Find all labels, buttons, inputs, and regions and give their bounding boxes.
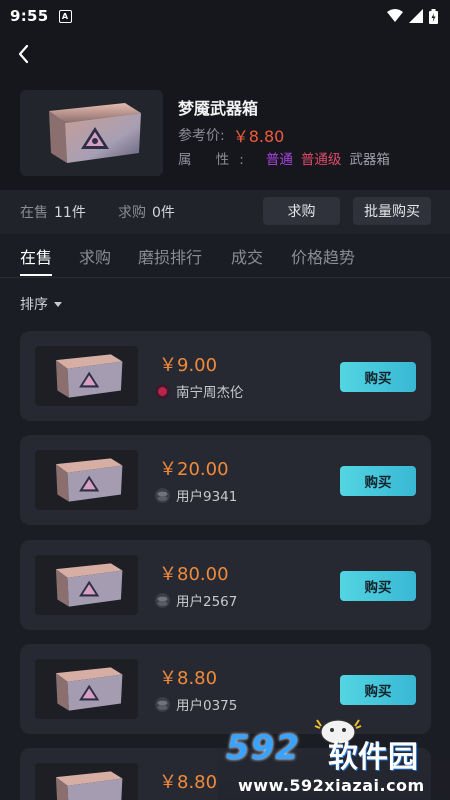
seller-avatar (155, 383, 170, 399)
product-title: 梦魇武器箱 (178, 99, 259, 118)
listing-image (35, 763, 138, 800)
listing-card[interactable]: ￥8.80 用户0375 购买 (20, 644, 431, 734)
on-sale-stat: 在售 11件 (20, 202, 86, 222)
battery-icon (429, 8, 438, 24)
attr-tag-quality: 普通 (265, 152, 293, 168)
seller-name: 南宁周杰伦 (176, 385, 244, 401)
weapon-case-icon (55, 667, 122, 711)
sort-label: 排序 (20, 297, 48, 313)
seller-name: 用户0375 (176, 698, 238, 714)
listing-seller: 用户0375 (155, 694, 237, 714)
listing-price: ￥20.00 (159, 459, 229, 480)
product-header: 梦魇武器箱 参考价: ￥8.80 属 性: 普通 普通级 武器箱 (0, 32, 450, 190)
caret-down-icon (54, 301, 62, 307)
on-sale-label: 在售 (20, 205, 48, 221)
attr-tag-rarity: 普通级 (300, 152, 342, 168)
tab-buy-request[interactable]: 求购 (79, 236, 111, 276)
user-avatar-icon (155, 696, 170, 712)
listing-image (35, 659, 138, 719)
reference-price-row: 参考价: ￥8.80 (178, 123, 284, 147)
buy-button[interactable]: 购买 (340, 362, 416, 392)
listing-card[interactable]: ￥20.00 用户9341 购买 (20, 435, 431, 525)
back-arrow-icon[interactable] (12, 42, 36, 66)
attr-tag-type: 武器箱 (349, 152, 390, 168)
listing-seller: 南宁周杰伦 (155, 381, 244, 401)
status-icons (387, 8, 438, 24)
buy-button[interactable]: 购买 (340, 571, 416, 601)
weapon-case-icon (55, 771, 122, 800)
buy-request-label: 求购 (118, 205, 146, 221)
weapon-case-icon (55, 354, 122, 398)
buy-request-stat: 求购 0件 (118, 202, 175, 222)
weapon-case-icon (48, 103, 141, 163)
weapon-case-icon (55, 458, 122, 502)
listing-seller: 用户9341 (155, 485, 237, 505)
listing-image (35, 555, 138, 615)
attribute-row: 属 性: 普通 普通级 武器箱 (178, 148, 390, 168)
status-bar: 9:55 A (0, 0, 450, 32)
wifi-icon (387, 9, 403, 22)
tab-divider (0, 277, 450, 278)
listing-card[interactable]: ￥8.80 (20, 748, 431, 800)
seller-name: 用户9341 (176, 489, 238, 505)
listing-price: ￥8.80 (159, 668, 218, 689)
tab-bar: 在售 求购 磨损排行 成交 价格趋势 (0, 236, 450, 276)
user-avatar-icon (155, 592, 170, 608)
tab-on-sale[interactable]: 在售 (20, 236, 53, 276)
listing-image (35, 450, 138, 510)
listing-card[interactable]: ￥9.00 南宁周杰伦 购买 (20, 331, 431, 421)
listing-price: ￥8.80 (159, 772, 218, 793)
listing-price: ￥9.00 (159, 355, 218, 376)
buy-button[interactable]: 购买 (340, 675, 416, 705)
buy-request-count: 0件 (152, 205, 175, 221)
buy-request-button[interactable]: 求购 (263, 197, 340, 225)
on-sale-count: 11件 (54, 205, 86, 221)
user-avatar-icon (155, 487, 170, 503)
attr-label: 属 性: (178, 152, 254, 168)
listing-card[interactable]: ￥80.00 用户2567 购买 (20, 540, 431, 630)
listing-price: ￥80.00 (159, 564, 229, 585)
status-time: 9:55 (10, 7, 49, 25)
tab-price-trend[interactable]: 价格趋势 (291, 236, 355, 276)
product-image (20, 90, 163, 176)
tab-wear-ranking[interactable]: 磨损排行 (138, 236, 202, 276)
ref-price-value: ￥8.80 (232, 127, 285, 146)
signal-icon (409, 9, 423, 23)
bulk-buy-button[interactable]: 批量购买 (353, 197, 431, 225)
listing-image (35, 346, 138, 406)
stats-bar: 在售 11件 求购 0件 求购 批量购买 (0, 190, 450, 234)
seller-name: 用户2567 (176, 594, 238, 610)
listing-seller: 用户2567 (155, 590, 237, 610)
ref-price-label: 参考价: (178, 128, 225, 144)
notification-icon: A (58, 9, 72, 23)
tab-transactions[interactable]: 成交 (231, 236, 263, 276)
weapon-case-icon (55, 563, 122, 607)
sort-dropdown[interactable]: 排序 (20, 294, 62, 314)
buy-button[interactable]: 购买 (340, 466, 416, 496)
